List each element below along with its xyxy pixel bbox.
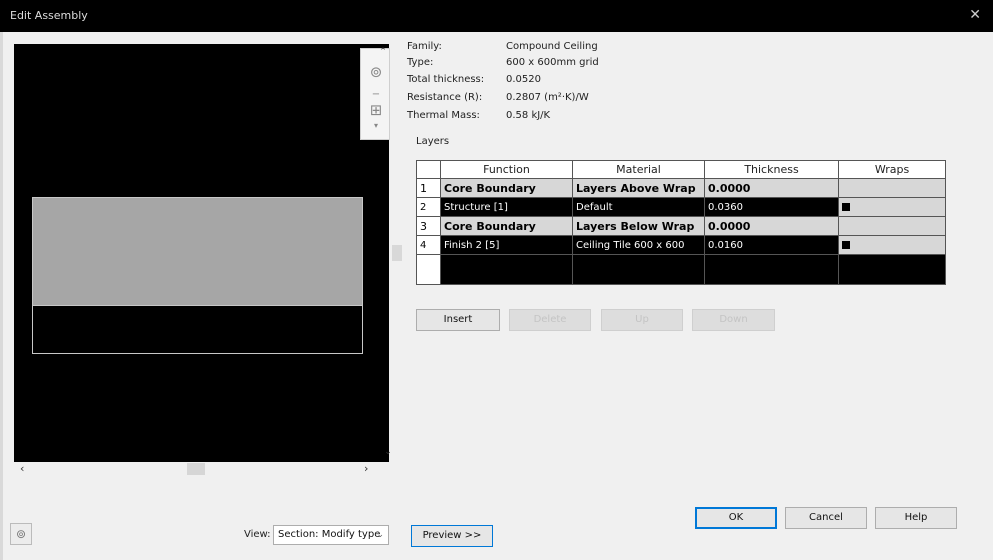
resistance-label: Resistance (R): bbox=[407, 92, 483, 103]
material-cell[interactable]: Layers Below Wrap bbox=[572, 216, 705, 236]
row-number bbox=[416, 254, 441, 285]
header-thickness: Thickness bbox=[704, 160, 839, 179]
wraps-checkbox[interactable] bbox=[842, 202, 850, 211]
scroll-down-icon[interactable]: ⌄ bbox=[383, 447, 393, 459]
horizontal-scrollbar[interactable]: ‹ › bbox=[14, 462, 389, 476]
view-label: View: bbox=[244, 529, 271, 540]
thermal-mass-label: Thermal Mass: bbox=[407, 110, 480, 121]
edit-assembly-dialog: Edit Assembly ✕ ⊚ − ⊞ ▾ ⌃ ⌄ ‹ › Family: … bbox=[0, 0, 993, 560]
help-button[interactable]: Help bbox=[875, 507, 957, 529]
material-cell[interactable]: Default bbox=[572, 197, 705, 217]
material-cell[interactable]: Ceiling Tile 600 x 600 bbox=[572, 235, 705, 255]
up-button[interactable]: Up bbox=[601, 309, 683, 331]
total-thickness-value: 0.0520 bbox=[506, 74, 541, 85]
chevron-down-icon: ⌄ bbox=[376, 530, 384, 540]
family-label: Family: bbox=[407, 41, 442, 52]
window-title: Edit Assembly bbox=[10, 9, 88, 22]
row-number[interactable]: 2 bbox=[416, 197, 441, 217]
table-row-empty[interactable] bbox=[416, 254, 946, 285]
view-select[interactable]: Section: Modify type ⌄ bbox=[273, 525, 389, 545]
header-number bbox=[416, 160, 441, 179]
cancel-button[interactable]: Cancel bbox=[785, 507, 867, 529]
row-number[interactable]: 1 bbox=[416, 178, 441, 198]
thickness-cell[interactable]: 0.0000 bbox=[704, 216, 839, 236]
row-number[interactable]: 4 bbox=[416, 235, 441, 255]
header-material: Material bbox=[572, 160, 705, 179]
ok-button[interactable]: OK bbox=[695, 507, 777, 529]
total-thickness-label: Total thickness: bbox=[407, 74, 485, 85]
down-button[interactable]: Down bbox=[692, 309, 775, 331]
family-value: Compound Ceiling bbox=[506, 41, 598, 52]
thickness-cell[interactable]: 0.0000 bbox=[704, 178, 839, 198]
wraps-checkbox[interactable] bbox=[842, 240, 850, 249]
table-row[interactable]: 1 Core Boundary Layers Above Wrap 0.0000 bbox=[416, 178, 946, 198]
function-cell[interactable]: Structure [1] bbox=[440, 197, 573, 217]
header-function: Function bbox=[440, 160, 573, 179]
navigation-bar: ⊚ − ⊞ ▾ bbox=[360, 48, 390, 140]
material-cell[interactable] bbox=[572, 254, 705, 285]
splitter-handle[interactable] bbox=[392, 245, 402, 261]
table-row[interactable]: 3 Core Boundary Layers Below Wrap 0.0000 bbox=[416, 216, 946, 236]
title-bar: Edit Assembly ✕ bbox=[0, 0, 993, 32]
wraps-cell[interactable] bbox=[838, 235, 946, 255]
resistance-value: 0.2807 (m²·K)/W bbox=[506, 92, 589, 103]
ceiling-structure-section bbox=[32, 197, 363, 305]
thickness-cell[interactable]: 0.0360 bbox=[704, 197, 839, 217]
zoom-icon[interactable]: ⊚ bbox=[366, 63, 386, 83]
layers-table: Function Material Thickness Wraps 1 Core… bbox=[416, 160, 946, 285]
preview-button[interactable]: Preview >> bbox=[411, 525, 493, 547]
wraps-cell[interactable] bbox=[838, 197, 946, 217]
scroll-right-icon[interactable]: › bbox=[364, 462, 368, 475]
view-cube-icon[interactable]: ⊚ bbox=[10, 523, 32, 545]
preview-pane[interactable]: ⊚ − ⊞ ▾ bbox=[14, 44, 390, 462]
left-edge bbox=[0, 32, 3, 560]
row-number[interactable]: 3 bbox=[416, 216, 441, 236]
header-wraps: Wraps bbox=[838, 160, 946, 179]
view-select-value: Section: Modify type bbox=[278, 529, 381, 540]
type-value: 600 x 600mm grid bbox=[506, 57, 599, 68]
ceiling-finish-section bbox=[32, 305, 363, 354]
thermal-mass-value: 0.58 kJ/K bbox=[506, 110, 551, 121]
table-row[interactable]: 2 Structure [1] Default 0.0360 bbox=[416, 197, 946, 217]
function-cell[interactable]: Core Boundary bbox=[440, 178, 573, 198]
material-cell[interactable]: Layers Above Wrap bbox=[572, 178, 705, 198]
function-cell[interactable]: Core Boundary bbox=[440, 216, 573, 236]
type-label: Type: bbox=[407, 57, 434, 68]
delete-button[interactable]: Delete bbox=[509, 309, 591, 331]
wraps-cell bbox=[838, 216, 946, 236]
pan-icon[interactable]: ⊞ bbox=[366, 101, 386, 121]
function-cell[interactable] bbox=[440, 254, 573, 285]
close-icon[interactable]: ✕ bbox=[969, 7, 981, 23]
layers-label: Layers bbox=[416, 136, 450, 147]
table-header-row: Function Material Thickness Wraps bbox=[416, 160, 946, 179]
insert-button[interactable]: Insert bbox=[416, 309, 500, 331]
table-row[interactable]: 4 Finish 2 [5] Ceiling Tile 600 x 600 0.… bbox=[416, 235, 946, 255]
function-cell[interactable]: Finish 2 [5] bbox=[440, 235, 573, 255]
wraps-cell bbox=[838, 178, 946, 198]
wraps-cell[interactable] bbox=[838, 254, 946, 285]
scroll-left-icon[interactable]: ‹ bbox=[20, 462, 24, 475]
nav-more-icon[interactable]: ▾ bbox=[366, 121, 386, 141]
scroll-up-icon[interactable]: ⌃ bbox=[378, 47, 388, 59]
thickness-cell[interactable]: 0.0160 bbox=[704, 235, 839, 255]
thickness-cell[interactable] bbox=[704, 254, 839, 285]
scroll-thumb[interactable] bbox=[187, 463, 205, 475]
